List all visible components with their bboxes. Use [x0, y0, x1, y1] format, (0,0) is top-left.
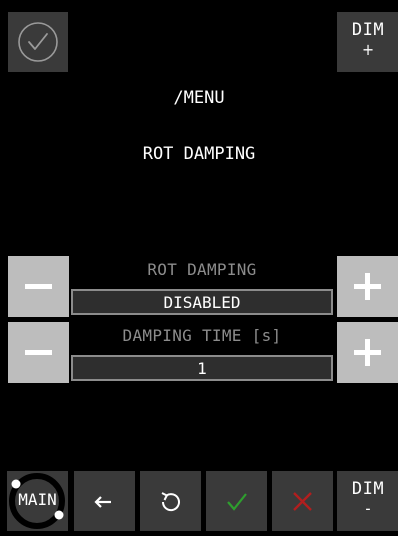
check-circle-icon [18, 22, 58, 62]
dim-up-sign: + [361, 40, 375, 59]
rot-damping-label: ROT DAMPING [147, 260, 257, 279]
damping-time-label: DAMPING TIME [s] [122, 326, 282, 345]
dim-up-button[interactable]: DIM + [337, 12, 398, 72]
damping-time-increase-button[interactable] [337, 322, 398, 383]
main-button[interactable]: MAIN [7, 471, 68, 531]
dim-down-sign: - [365, 499, 371, 518]
ok-button[interactable] [206, 471, 267, 531]
rot-damping-increase-button[interactable] [337, 256, 398, 317]
close-icon [293, 492, 312, 511]
cancel-button[interactable] [272, 471, 333, 531]
arrow-left-icon [94, 496, 111, 508]
menu-path: /MENU [173, 88, 225, 108]
damping-time-value[interactable]: 1 [71, 355, 333, 381]
damping-time-decrease-button[interactable] [8, 322, 69, 383]
rot-damping-decrease-button[interactable] [8, 256, 69, 317]
reset-icon [161, 492, 180, 512]
reset-button[interactable] [140, 471, 201, 531]
minus-icon [25, 284, 52, 289]
dim-down-button[interactable]: DIM - [337, 471, 398, 531]
dim-up-label: DIM [351, 20, 385, 40]
page-title: ROT DAMPING [142, 144, 256, 164]
rot-damping-value[interactable]: DISABLED [71, 289, 333, 315]
minus-icon [25, 350, 52, 355]
check-icon [227, 493, 247, 511]
confirm-tile[interactable] [8, 12, 68, 72]
main-label: MAIN [18, 490, 57, 509]
back-button[interactable] [74, 471, 135, 531]
dim-down-label: DIM [351, 479, 385, 499]
